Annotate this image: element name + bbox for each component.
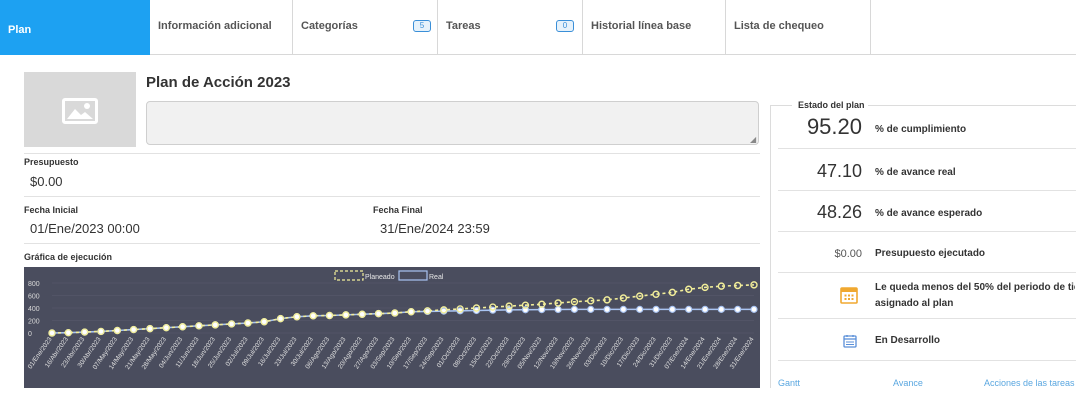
plan-description-textarea[interactable]	[146, 101, 759, 145]
data-point-real	[734, 305, 742, 313]
tab-historial-linea-base[interactable]: Historial línea base	[583, 0, 726, 55]
legend-swatch-real	[398, 270, 428, 281]
panel-border-left	[770, 105, 771, 388]
gantt-link[interactable]: Gantt	[778, 378, 800, 388]
resize-handle-icon[interactable]: ◢	[750, 135, 756, 144]
tab-bar: Plan Información adicional Categorías 5 …	[0, 0, 1076, 55]
image-icon	[62, 98, 98, 124]
avance-link[interactable]: Avance	[893, 378, 923, 388]
categorias-count-badge: 5	[413, 20, 431, 32]
tareas-count-badge: 0	[556, 20, 574, 32]
divider	[778, 360, 1076, 361]
avance-esperado-value: 48.26	[816, 202, 862, 222]
avance-esperado-label: % de avance esperado	[875, 208, 983, 219]
avance-real-value: 47.10	[816, 161, 862, 181]
panel-border-top	[770, 105, 792, 106]
data-point-real	[668, 305, 676, 313]
data-point-real	[717, 305, 725, 313]
y-tick-label: 400	[28, 306, 40, 313]
fecha-final-label: Fecha Final	[373, 205, 423, 215]
data-point-real	[619, 305, 627, 313]
tab-plan-label: Plan	[8, 24, 32, 36]
divider	[24, 153, 760, 154]
tab-categorias[interactable]: Categorías 5	[293, 0, 438, 55]
grafica-label: Gráfica de ejecución	[24, 252, 113, 262]
tab-plan[interactable]: Plan	[0, 0, 150, 55]
divider	[778, 190, 1076, 191]
legend-label-real: Real	[429, 274, 444, 281]
data-point-real	[636, 305, 644, 313]
tab-tareas[interactable]: Tareas 0	[438, 0, 583, 55]
divider	[778, 272, 1076, 273]
plan-title: Plan de Acción 2023	[146, 74, 291, 91]
y-tick-label: 0	[28, 331, 32, 338]
fecha-final-value: 31/Ene/2024 23:59	[380, 221, 490, 236]
tab-informacion-adicional[interactable]: Información adicional	[150, 0, 293, 55]
y-tick-label: 600	[28, 294, 40, 301]
acciones-tareas-link[interactable]: Acciones de las tareas	[984, 378, 1075, 388]
data-point-real	[750, 305, 758, 313]
calendar-warning-icon	[839, 285, 859, 305]
tab-historial-label: Historial línea base	[591, 20, 692, 32]
divider	[24, 196, 760, 197]
fecha-inicial-value: 01/Ene/2023 00:00	[30, 221, 140, 236]
calendar-icon	[843, 334, 857, 348]
data-point-real	[603, 305, 611, 313]
data-point-real	[652, 305, 660, 313]
estado-del-plan-label: Estado del plan	[795, 100, 868, 110]
data-point-real	[587, 305, 595, 313]
presupuesto-label: Presupuesto	[24, 157, 79, 167]
data-point-real	[570, 305, 579, 313]
execution-chart-svg: 8006004002000Planeado Real01/Ene/202316/A…	[27, 270, 758, 371]
divider	[778, 231, 1076, 232]
data-point-real	[554, 305, 562, 314]
cumplimiento-label: % de cumplimiento	[875, 124, 967, 135]
presupuesto-ejecutado-label: Presupuesto ejecutado	[875, 248, 986, 259]
divider	[24, 243, 760, 244]
divider	[778, 148, 1076, 149]
fecha-inicial-label: Fecha Inicial	[24, 205, 79, 215]
legend-label-planeado: Planeado	[365, 274, 395, 281]
periodo-alert-line1: Le queda menos del 50% del periodo de ti…	[875, 282, 1075, 293]
legend-swatch-planeado	[334, 270, 364, 281]
estado-value: En Desarrollo	[875, 335, 941, 346]
data-point-real	[701, 305, 709, 313]
y-tick-label: 800	[28, 281, 40, 288]
presupuesto-ejecutado-value: $0.00	[834, 248, 862, 260]
tab-categorias-label: Categorías	[301, 20, 358, 32]
presupuesto-value: $0.00	[30, 174, 63, 189]
tab-tareas-label: Tareas	[446, 20, 481, 32]
periodo-alert-line2: asignado al plan	[875, 298, 954, 309]
tab-lista-label: Lista de chequeo	[734, 20, 824, 32]
y-tick-label: 200	[28, 319, 40, 326]
execution-chart: 800 600 400 200 0 Planeado Real 01/Ene/2023 16/A…	[24, 267, 760, 388]
cumplimiento-value: 95.20	[806, 114, 862, 139]
panel-border-top	[855, 105, 1076, 106]
data-point-real	[685, 305, 693, 313]
avance-real-label: % de avance real	[875, 167, 956, 178]
series-line-real	[51, 308, 754, 334]
tab-lista-de-chequeo[interactable]: Lista de chequeo	[726, 0, 871, 55]
divider	[778, 318, 1076, 319]
tab-informacion-label: Información adicional	[158, 20, 272, 32]
